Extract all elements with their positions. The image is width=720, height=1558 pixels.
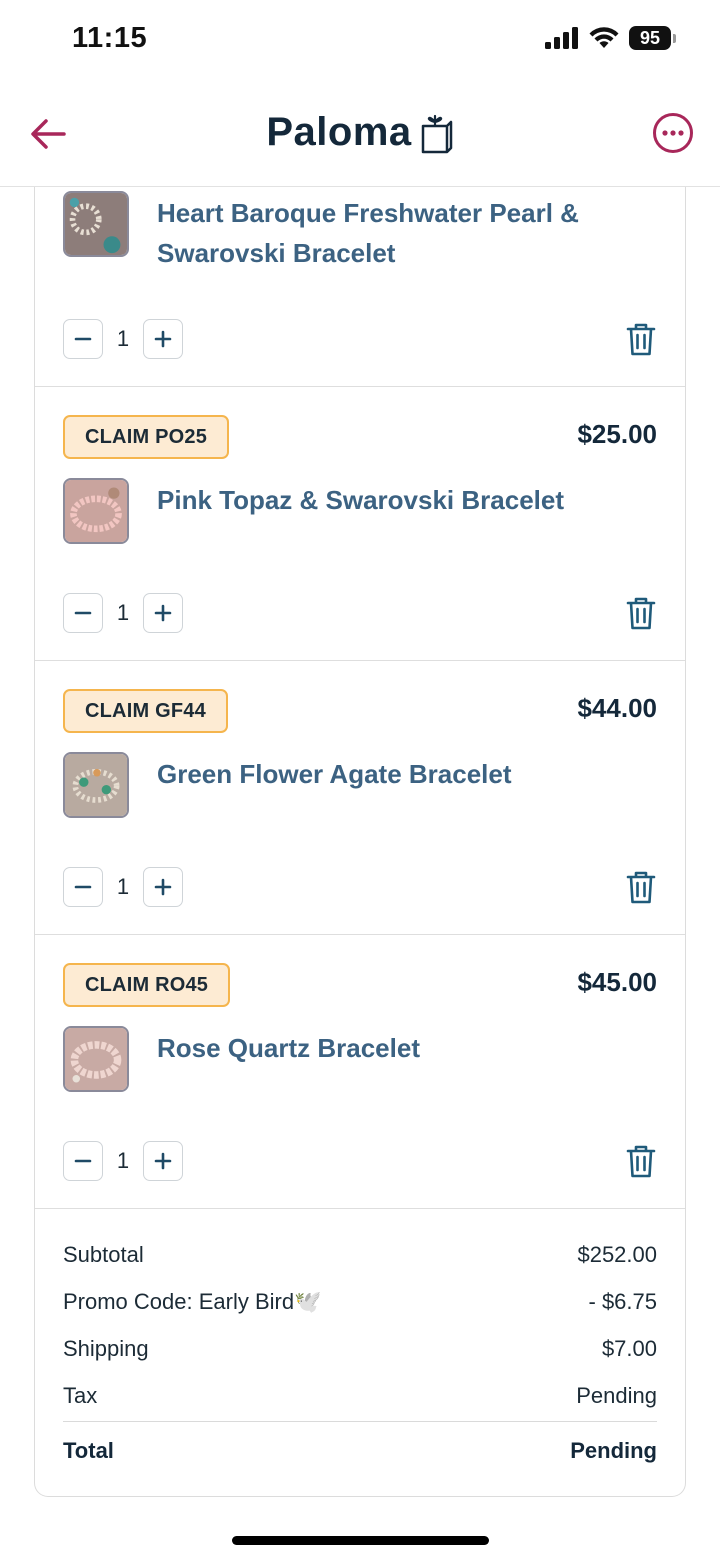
product-title-link[interactable]: Pink Topaz & Swarovski Bracelet <box>157 480 605 520</box>
increase-quantity-button[interactable] <box>143 1141 183 1181</box>
subtotal-value: $252.00 <box>577 1241 657 1267</box>
cart-card: Heart Baroque Freshwater Pearl & Swarovs… <box>34 187 686 1497</box>
increase-quantity-button[interactable] <box>143 593 183 633</box>
shipping-label: Shipping <box>63 1335 149 1361</box>
product-thumbnail[interactable] <box>63 191 129 257</box>
minus-icon <box>74 885 92 889</box>
quantity-stepper: 1 <box>63 593 183 633</box>
promo-label: Promo Code: Early Bird🕊️ <box>63 1288 322 1314</box>
item-price: $25.00 <box>577 419 657 449</box>
increase-quantity-button[interactable] <box>143 867 183 907</box>
cart-item: CLAIM PO25 $25.00 Pink Topaz & Swarovski… <box>35 387 685 661</box>
status-bar: 11:15 95 <box>0 0 720 80</box>
product-title-link[interactable]: Green Flower Agate Bracelet <box>157 754 605 794</box>
remove-item-button[interactable] <box>625 595 657 631</box>
brand-logo: Paloma <box>0 110 720 155</box>
cellular-signal-icon <box>545 27 578 49</box>
cart-item: CLAIM RO45 $45.00 Rose Quartz Bracelet 1 <box>35 935 685 1209</box>
order-summary: Subtotal $252.00 Promo Code: Early Bird🕊… <box>63 1231 657 1480</box>
product-title-link[interactable]: Heart Baroque Freshwater Pearl & Swarovs… <box>157 193 605 273</box>
minus-icon <box>74 611 92 615</box>
brand-name: Paloma <box>266 110 412 154</box>
plus-icon <box>154 1152 172 1170</box>
cart-item: Heart Baroque Freshwater Pearl & Swarovs… <box>35 187 685 387</box>
shipping-row: Shipping $7.00 <box>63 1325 657 1372</box>
plus-icon <box>154 604 172 622</box>
product-thumbnail[interactable] <box>63 1026 129 1092</box>
decrease-quantity-button[interactable] <box>63 867 103 907</box>
product-title-link[interactable]: Rose Quartz Bracelet <box>157 1028 605 1068</box>
promo-value: - $6.75 <box>588 1288 658 1314</box>
status-time: 11:15 <box>72 22 148 54</box>
product-thumbnail[interactable] <box>63 752 129 818</box>
cart-item: CLAIM GF44 $44.00 Green Flower Agate Bra… <box>35 661 685 935</box>
claim-code-badge: CLAIM PO25 <box>63 415 230 459</box>
trash-icon <box>626 871 656 904</box>
quantity-value: 1 <box>116 326 130 351</box>
claim-code-badge: CLAIM GF44 <box>63 689 228 733</box>
remove-item-button[interactable] <box>625 1143 657 1179</box>
wifi-icon <box>589 27 619 48</box>
quantity-stepper: 1 <box>63 1141 183 1181</box>
product-image <box>65 1028 127 1090</box>
quantity-stepper: 1 <box>63 867 183 907</box>
quantity-stepper: 1 <box>63 319 183 359</box>
subtotal-row: Subtotal $252.00 <box>63 1231 657 1278</box>
subtotal-label: Subtotal <box>63 1241 144 1267</box>
decrease-quantity-button[interactable] <box>63 319 103 359</box>
tax-label: Tax <box>63 1382 98 1408</box>
battery-level: 95 <box>629 26 671 50</box>
product-image <box>65 193 127 255</box>
status-icons: 95 <box>545 26 676 50</box>
trash-icon <box>626 323 656 356</box>
product-image <box>65 480 127 542</box>
remove-item-button[interactable] <box>625 321 657 357</box>
app-header: Paloma <box>0 86 720 186</box>
tax-row: Tax Pending <box>63 1372 657 1419</box>
decrease-quantity-button[interactable] <box>63 593 103 633</box>
quantity-value: 1 <box>116 600 130 625</box>
gift-bag-icon <box>421 114 452 153</box>
battery-indicator: 95 <box>629 26 676 50</box>
decrease-quantity-button[interactable] <box>63 1141 103 1181</box>
more-dots-icon <box>653 113 693 153</box>
minus-icon <box>74 1159 92 1163</box>
total-label: Total <box>63 1438 114 1463</box>
promo-row: Promo Code: Early Bird🕊️ - $6.75 <box>63 1278 657 1325</box>
remove-item-button[interactable] <box>625 869 657 905</box>
shipping-value: $7.00 <box>601 1335 657 1361</box>
trash-icon <box>626 597 656 630</box>
home-indicator[interactable] <box>232 1536 489 1545</box>
plus-icon <box>154 330 172 348</box>
product-image <box>65 754 127 816</box>
plus-icon <box>154 878 172 896</box>
tax-value: Pending <box>576 1382 657 1408</box>
quantity-value: 1 <box>116 874 130 899</box>
claim-code-badge: CLAIM RO45 <box>63 963 231 1007</box>
battery-tip <box>673 33 676 43</box>
product-thumbnail[interactable] <box>63 478 129 544</box>
more-options-button[interactable] <box>652 112 694 154</box>
item-price: $44.00 <box>577 693 657 723</box>
quantity-value: 1 <box>116 1148 130 1173</box>
trash-icon <box>626 1145 656 1178</box>
increase-quantity-button[interactable] <box>143 319 183 359</box>
minus-icon <box>74 337 92 341</box>
item-price: $45.00 <box>577 967 657 997</box>
total-row: Total Pending <box>63 1422 657 1480</box>
total-value: Pending <box>570 1438 657 1463</box>
